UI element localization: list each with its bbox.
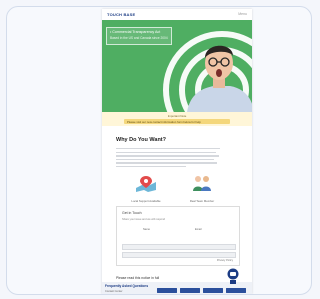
menu-link[interactable]: Menu <box>238 12 247 16</box>
webpage-preview[interactable]: TOUCH BASE Menu • Commercial Transparenc… <box>102 9 252 294</box>
form-first-label: Name <box>143 228 150 231</box>
notice-title: Important Note <box>167 114 187 118</box>
people-icon <box>193 176 211 191</box>
hero-text-box: • Commercial Transparency Act Based in t… <box>106 27 172 45</box>
info-title: Please read this notice in full <box>116 276 160 280</box>
form-title: Get in Touch <box>122 211 142 215</box>
footer-button-fax[interactable] <box>226 288 246 293</box>
form-field-primary[interactable] <box>122 244 236 250</box>
notice-text: Please visit our new contact information… <box>127 119 201 124</box>
hero-banner: • Commercial Transparency Act Based in t… <box>102 20 252 112</box>
feature-local-support: Local Support Available <box>124 174 168 203</box>
notice-bar[interactable]: Please visit our new contact information… <box>124 119 230 124</box>
footer-button-email[interactable] <box>203 288 223 293</box>
form-field-secondary[interactable] <box>122 252 236 258</box>
footer-subtitle: Contact Center <box>105 290 123 293</box>
form-second-label: Email <box>195 228 202 231</box>
feature-real-team: Real Team Member <box>180 174 224 203</box>
section-paragraph <box>116 148 220 169</box>
footer-button-call[interactable] <box>157 288 177 293</box>
chat-robot-icon[interactable] <box>227 268 239 285</box>
privacy-link[interactable]: Privacy Policy <box>217 259 233 262</box>
hero-subline: Based in the US and Canada since 2004 <box>110 36 168 40</box>
notice-strip: Important Note Please visit our new cont… <box>102 112 252 126</box>
hero-headline: • Commercial Transparency Act <box>110 30 161 34</box>
location-pin-icon <box>136 176 156 192</box>
footer-button-chat[interactable] <box>180 288 200 293</box>
section-title: Why Do You Want? <box>116 137 167 143</box>
feature-label: Local Support Available <box>131 199 161 203</box>
preview-card: TOUCH BASE Menu • Commercial Transparenc… <box>6 6 312 295</box>
feature-label: Real Team Member <box>189 199 215 203</box>
site-logo[interactable]: TOUCH BASE <box>107 12 135 17</box>
form-subtitle: Share your issue and we will respond <box>122 218 165 221</box>
contact-form: Get in Touch Share your issue and we wil… <box>116 206 240 266</box>
footer-title: Frequently Asked Questions <box>105 284 149 288</box>
